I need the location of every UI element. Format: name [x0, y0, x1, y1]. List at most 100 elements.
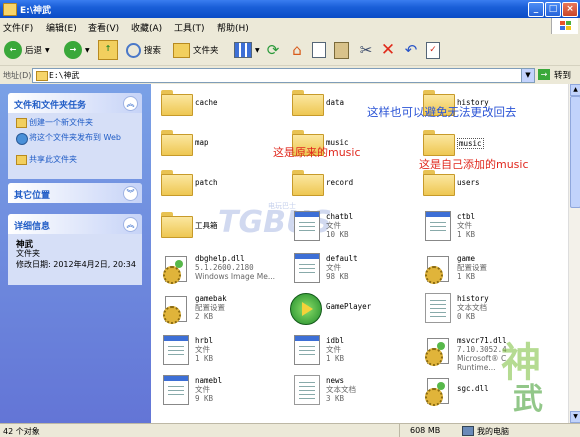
folders-button[interactable]: 文件夹 [173, 40, 219, 60]
file-icon [294, 253, 320, 283]
chevron-down-icon[interactable]: ▼ [85, 47, 90, 54]
list-item[interactable]: cache [155, 86, 285, 124]
list-item[interactable]: dbghelp.dll 5.1.2600.2180 Windows Image … [155, 250, 285, 288]
window-title: E:\神武 [20, 6, 52, 16]
refresh-button[interactable]: ⟳ [264, 40, 282, 60]
status-count: 42 个对象 [3, 427, 40, 436]
folder-icon [423, 170, 455, 196]
file-icon [294, 335, 320, 365]
status-location: 我的电脑 [477, 427, 509, 436]
copy-button[interactable] [312, 40, 326, 60]
menu-file[interactable]: 文件(F) [3, 21, 33, 34]
file-icon [163, 375, 189, 405]
folder-icon [3, 3, 17, 16]
folder-icon [161, 90, 193, 116]
details-panel: 详细信息 ︽ 神武 文件夹 修改日期: 2012年4月2日, 20:34 [8, 214, 142, 285]
scroll-thumb[interactable] [570, 96, 580, 208]
copy-icon [312, 42, 326, 58]
expand-chevron-icon[interactable]: ︾ [123, 186, 138, 201]
scissors-icon: ✂ [359, 41, 373, 59]
cut-button[interactable]: ✂ [357, 40, 375, 60]
views-icon [234, 42, 252, 58]
game-player-icon [290, 293, 322, 325]
paste-button[interactable] [334, 40, 349, 60]
undo-button[interactable]: ↶ [402, 40, 420, 60]
task-pane: 文件和文件夹任务 ︽ 创建一个新文件夹 将这个文件夹发布到 Web 共享此文件夹… [0, 84, 151, 423]
chevron-down-icon[interactable]: ▼ [45, 47, 50, 54]
folder-icon [36, 71, 48, 81]
up-folder-button[interactable]: ↑ [98, 40, 118, 60]
status-size: 608 MB [410, 426, 441, 435]
list-item[interactable]: map [155, 126, 285, 164]
list-item[interactable]: game 配置设置 1 KB [417, 250, 547, 288]
chevron-down-icon[interactable]: ▼ [255, 47, 260, 54]
properties-icon: ✓ [426, 41, 440, 59]
chevron-down-icon[interactable]: ▼ [521, 69, 534, 82]
menu-tools[interactable]: 工具(T) [174, 21, 205, 34]
folder-icon [292, 170, 324, 196]
menu-view[interactable]: 查看(V) [88, 21, 119, 34]
folder-icon [423, 130, 455, 156]
list-item[interactable]: 工具箱 [155, 208, 285, 246]
scroll-up-icon[interactable]: ▲ [570, 84, 580, 96]
search-button[interactable]: 搜索 [126, 40, 161, 60]
file-folder-tasks-panel: 文件和文件夹任务 ︽ 创建一个新文件夹 将这个文件夹发布到 Web 共享此文件夹 [8, 93, 142, 179]
properties-button[interactable]: ✓ [426, 40, 440, 60]
folder-icon [292, 90, 324, 116]
delete-button[interactable]: ✕ [379, 40, 397, 60]
menu-favorites[interactable]: 收藏(A) [131, 21, 162, 34]
menu-edit[interactable]: 编辑(E) [46, 21, 77, 34]
text-document-icon [425, 293, 451, 323]
dll-gear-icon [425, 336, 449, 366]
file-list: TGBUS 电玩巴士 cache data history map music … [151, 84, 568, 423]
home-button[interactable]: ⌂ [288, 40, 306, 60]
vertical-scrollbar[interactable]: ▲ ▼ [568, 84, 580, 423]
details-modified: 修改日期: 2012年4月2日, 20:34 [16, 260, 136, 269]
address-input[interactable]: E:\神武 ▼ [32, 68, 535, 83]
game-logo-watermark: 神 武 [501, 340, 543, 417]
back-button[interactable]: ← 后退 ▼ [4, 40, 50, 60]
list-item[interactable]: default 文件 98 KB [286, 250, 416, 288]
my-computer-icon [462, 426, 474, 436]
maximize-button[interactable]: □ [545, 2, 561, 17]
list-item[interactable]: GamePlayer [286, 290, 416, 328]
list-item[interactable]: record [286, 166, 416, 204]
file-icon [425, 211, 451, 241]
text-document-icon [294, 375, 320, 405]
config-settings-icon [425, 254, 449, 284]
up-folder-icon: ↑ [98, 40, 118, 60]
address-value: E:\神武 [49, 71, 80, 80]
close-button[interactable]: × [562, 2, 578, 17]
list-item[interactable]: news 文本文档 3 KB [286, 372, 416, 410]
home-icon: ⌂ [292, 41, 302, 59]
list-item[interactable]: namebl 文件 9 KB [155, 372, 285, 410]
globe-icon [16, 133, 28, 145]
forward-button[interactable]: → ▼ [64, 40, 90, 60]
go-button[interactable]: → 转到 [537, 68, 577, 81]
paste-icon [334, 41, 349, 59]
new-folder-icon [16, 118, 27, 128]
collapse-chevron-icon[interactable]: ︽ [123, 217, 138, 232]
panel-header[interactable]: 详细信息 ︽ [8, 214, 142, 234]
list-item[interactable]: idbl 文件 1 KB [286, 332, 416, 370]
minimize-button[interactable]: _ [528, 2, 544, 17]
title-bar: E:\神武 _ □ × [0, 0, 580, 18]
menu-help[interactable]: 帮助(H) [217, 21, 249, 34]
list-item[interactable]: chatbl 文件 10 KB [286, 208, 416, 246]
back-arrow-icon: ← [4, 41, 22, 59]
views-button[interactable]: ▼ [234, 40, 260, 60]
list-item[interactable]: hrbl 文件 1 KB [155, 332, 285, 370]
folder-icon [161, 170, 193, 196]
collapse-chevron-icon[interactable]: ︽ [123, 96, 138, 111]
scroll-down-icon[interactable]: ▼ [570, 411, 580, 423]
folder-icon [161, 130, 193, 156]
list-item[interactable]: ctbl 文件 1 KB [417, 208, 547, 246]
address-bar: 地址(D) E:\神武 ▼ → 转到 [0, 66, 580, 85]
panel-header[interactable]: 文件和文件夹任务 ︽ [8, 93, 142, 113]
list-item[interactable]: gamebak 配置设置 2 KB [155, 290, 285, 328]
status-bar: 42 个对象 608 MB 我的电脑 [0, 423, 580, 437]
panel-header[interactable]: 其它位置 ︾ [8, 183, 142, 203]
annotation-added: 这是自己添加的music [419, 158, 529, 171]
search-icon [126, 42, 141, 58]
list-item[interactable]: patch [155, 166, 285, 204]
